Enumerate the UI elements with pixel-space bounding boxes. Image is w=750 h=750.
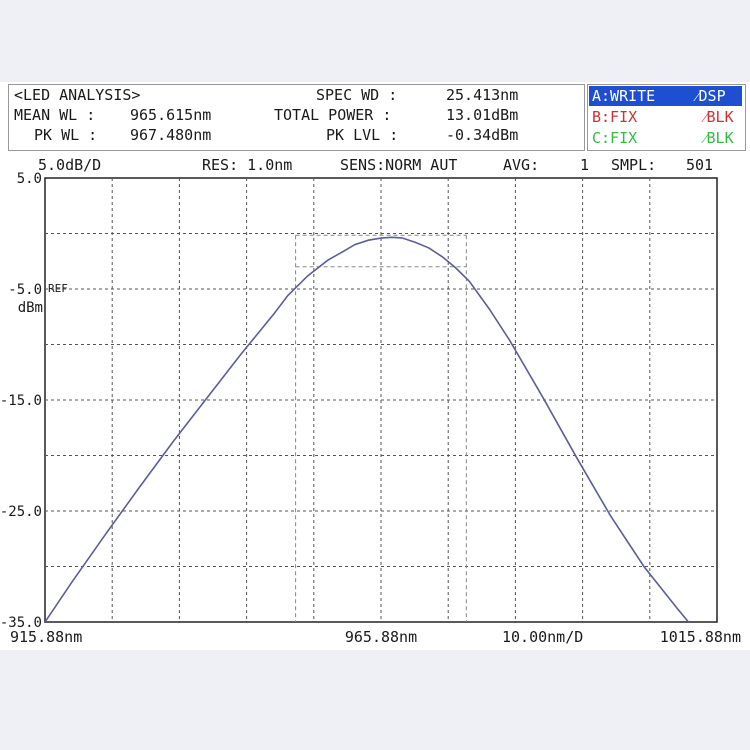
y-tick-label: 5.0 (17, 171, 42, 187)
x-tick-label: 10.00nm/D (502, 628, 583, 646)
spectrum-chart: 5.0-5.0-15.0-25.0-35.0REFdBm915.88nm 965.… (0, 171, 741, 646)
y-tick-label: -5.0 (8, 282, 42, 298)
y-tick-label: -15.0 (0, 393, 42, 409)
ref-level-label: REF (48, 282, 68, 295)
spectrum-trace (45, 236, 690, 622)
x-tick-label: 965.88nm (345, 628, 417, 646)
y-tick-label: -25.0 (0, 504, 42, 520)
y-unit-label: dBm (18, 300, 43, 316)
x-tick-label: 915.88nm (10, 628, 82, 646)
x-tick-label: 1015.88nm (660, 628, 741, 646)
